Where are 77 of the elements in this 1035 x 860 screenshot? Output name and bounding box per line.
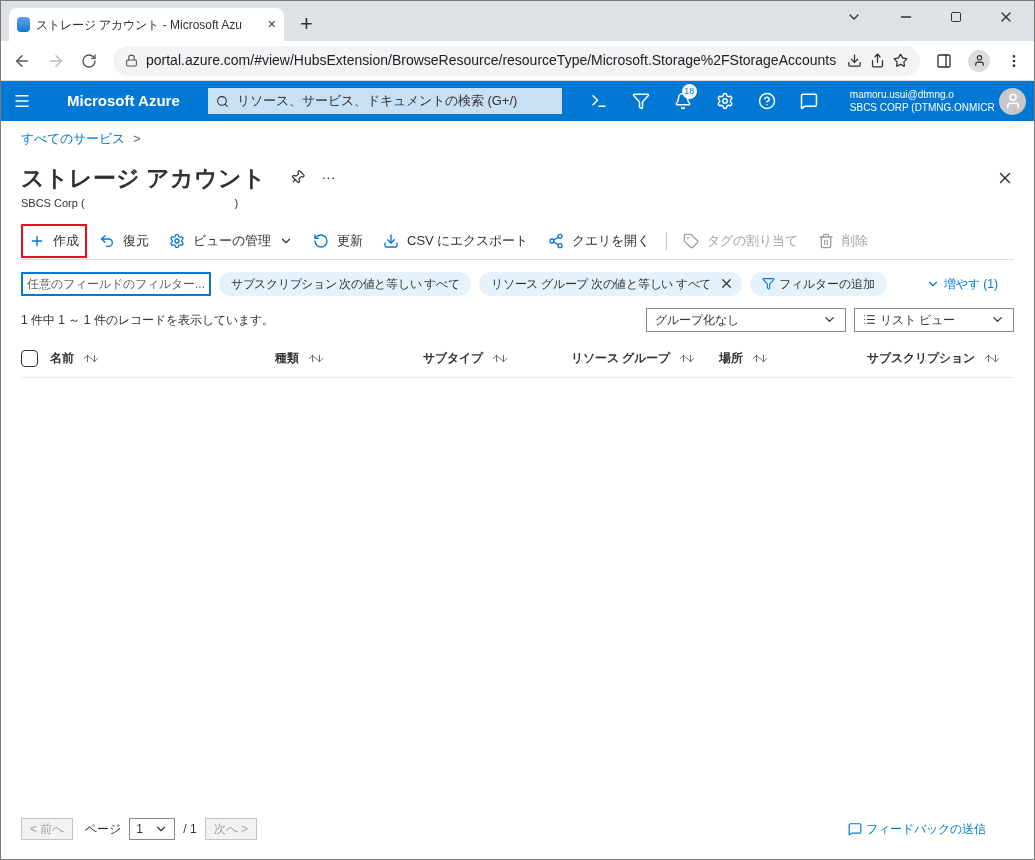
- settings-icon[interactable]: [715, 92, 734, 110]
- filter-pill[interactable]: リソース グループ 次の値と等しい すべて: [479, 271, 743, 296]
- sort-icon[interactable]: [491, 352, 509, 364]
- star-icon[interactable]: [893, 53, 908, 68]
- filter-field[interactable]: 任意のフィールドのフィルター...: [21, 271, 211, 296]
- filter-icon[interactable]: [631, 92, 650, 110]
- subscription-name: ): [234, 196, 239, 211]
- subscription-name: SBCS Corp (: [21, 196, 85, 211]
- download-icon: [383, 233, 399, 249]
- feedback-link[interactable]: フィードバックの送信: [848, 820, 986, 838]
- share-icon[interactable]: [870, 53, 885, 68]
- sort-icon[interactable]: [678, 352, 697, 364]
- user-email[interactable]: mamoru.usui@dtmng.o: [849, 88, 995, 101]
- column-header[interactable]: サブタイプ: [423, 349, 483, 367]
- feedback-icon[interactable]: [799, 92, 818, 110]
- breadcrumb-separator: >: [133, 130, 141, 148]
- user-tenant[interactable]: SBCS CORP (DTMNG.ONMICR: [849, 101, 995, 114]
- toolbar-button[interactable]: 更新: [305, 224, 371, 258]
- lock-icon: [125, 54, 138, 67]
- maximize-icon[interactable]: [950, 11, 962, 23]
- list-icon: [863, 313, 876, 326]
- add-filter-icon: [762, 277, 776, 290]
- column-header[interactable]: サブスクリプション: [867, 349, 975, 367]
- add-filter-button[interactable]: フィルターの追加: [750, 271, 888, 296]
- sort-icon[interactable]: [751, 352, 769, 364]
- column-header[interactable]: 種類: [275, 349, 299, 367]
- filter-pill[interactable]: サブスクリプション 次の値と等しい すべて: [219, 271, 472, 296]
- toolbar-button[interactable]: CSV にエクスポート: [375, 224, 537, 258]
- plus-icon: [29, 233, 45, 249]
- toolbar-button[interactable]: クエリを開く: [540, 224, 659, 258]
- bell-icon[interactable]: [673, 92, 692, 110]
- sort-icon[interactable]: [307, 352, 325, 364]
- reload-icon[interactable]: [81, 52, 97, 69]
- side-panel-icon[interactable]: [936, 52, 952, 69]
- feedback-icon: [848, 822, 862, 836]
- record-count: 1 件中 1 ～ 1 件のレコードを表示しています。: [21, 311, 274, 329]
- address-bar[interactable]: portal.azure.com/#view/HubsExtension/BrowseResource/resourceType/Microsoft.Storage%2FStorageAccounts: [113, 45, 920, 76]
- view-dropdown[interactable]: リスト ビュー: [854, 307, 1014, 332]
- more-filters-link[interactable]: 増やす (1): [926, 274, 998, 293]
- checkbox[interactable]: [21, 349, 38, 367]
- avatar[interactable]: [999, 87, 1026, 115]
- browser-tab[interactable]: ストレージ アカウント - Microsoft Azu ×: [9, 8, 284, 41]
- new-tab-button[interactable]: +: [300, 13, 313, 35]
- column-header[interactable]: 場所: [719, 349, 743, 367]
- tag-icon: [683, 233, 700, 249]
- profile-icon[interactable]: [968, 49, 990, 72]
- page-label: ページ: [85, 821, 122, 838]
- help-icon[interactable]: [757, 92, 776, 110]
- tab-title: ストレージ アカウント - Microsoft Azu: [36, 16, 244, 34]
- brand-name[interactable]: Microsoft Azure: [67, 89, 180, 113]
- sort-icon[interactable]: [82, 352, 100, 364]
- storage-icon: [17, 17, 30, 32]
- toolbar-button[interactable]: 復元: [91, 224, 157, 258]
- column-header[interactable]: 名前: [50, 349, 74, 367]
- install-icon[interactable]: [847, 53, 862, 68]
- column-header[interactable]: リソース グループ: [571, 349, 671, 367]
- undo-icon: [99, 233, 115, 249]
- notification-badge: 18: [681, 84, 697, 99]
- close-tab-button[interactable]: ×: [267, 14, 276, 35]
- search-placeholder: リソース、サービス、ドキュメントの検索 (G+/): [236, 92, 518, 111]
- toolbar-button[interactable]: ビューの管理: [161, 224, 301, 258]
- search-field[interactable]: リソース、サービス、ドキュメントの検索 (G+/): [207, 88, 562, 114]
- toolbar-button[interactable]: 作成: [21, 224, 87, 258]
- search-icon: [215, 94, 229, 108]
- gear-icon: [169, 233, 185, 249]
- refresh-icon: [313, 233, 329, 249]
- nodes-icon: [548, 233, 565, 249]
- page-total: / 1: [183, 821, 197, 838]
- page-title: ストレージ アカウント: [21, 163, 267, 193]
- terminal-icon[interactable]: [589, 92, 608, 110]
- trash-icon: [818, 233, 835, 249]
- sort-icon[interactable]: [983, 352, 1001, 364]
- url-text: portal.azure.com/#view/HubsExtension/BrowseResource/resourceType/Microsoft.Storage%2FStorageAccounts: [146, 51, 838, 70]
- grouping-dropdown[interactable]: グループ化なし: [646, 307, 846, 332]
- page-dropdown[interactable]: 1: [129, 818, 176, 840]
- breadcrumb-link[interactable]: すべてのサービス: [21, 129, 125, 149]
- more-button[interactable]: ···: [321, 167, 336, 189]
